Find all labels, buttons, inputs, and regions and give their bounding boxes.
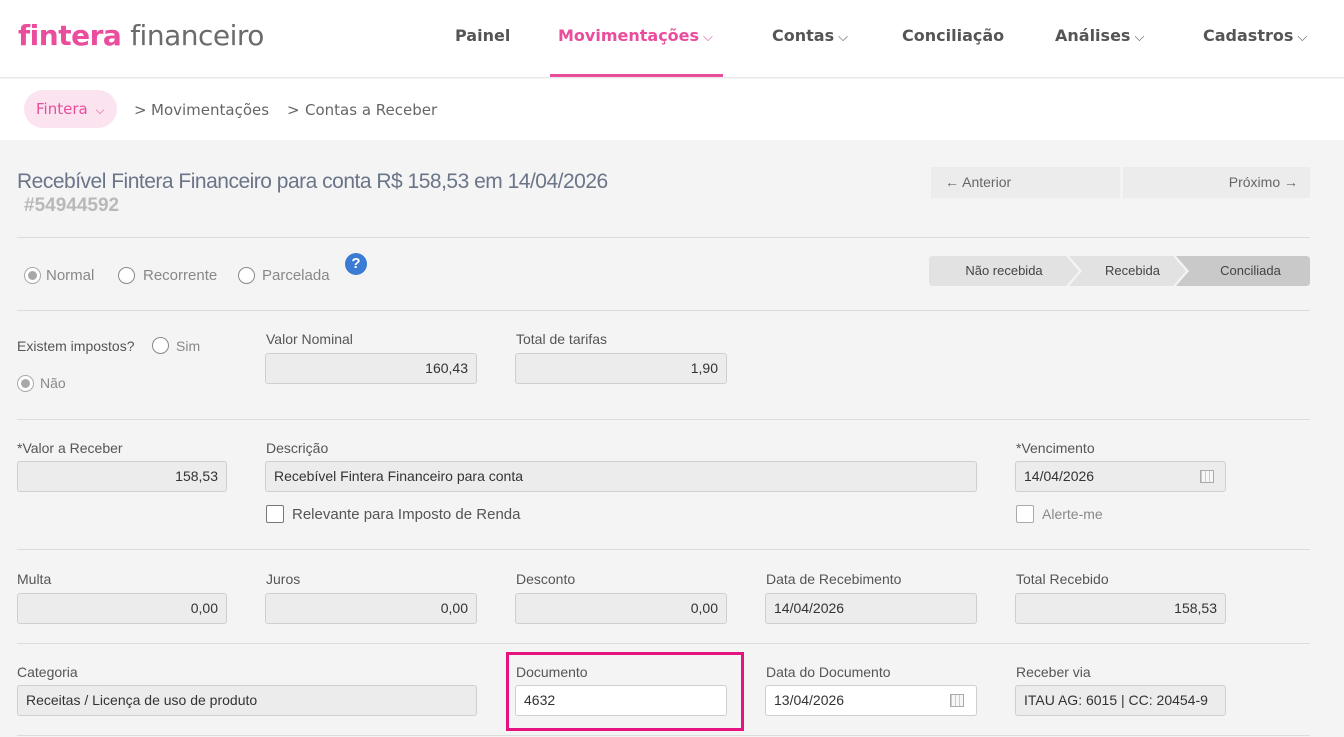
next-button[interactable]: Próximo → [1123,167,1310,198]
valor-receber-field[interactable]: 158,53 [17,461,227,492]
step-conciliada[interactable]: Conciliada [1191,256,1310,286]
divider [17,310,1310,311]
breadcrumb-movimentacoes[interactable]: Movimentações [151,101,269,119]
nav-active-indicator [550,74,723,77]
nav-label: Conciliação [902,26,1005,45]
nav-label: Análises [1055,26,1131,45]
radio-recorrente[interactable] [118,267,135,284]
chevron-down-icon: ⌵ [1297,30,1308,45]
radio-parcelada-label: Parcelada [262,267,330,284]
radio-parcelada[interactable] [238,267,255,284]
descricao-label: Descrição [266,440,329,456]
data-documento-field[interactable]: 13/04/2026 [765,685,977,716]
total-recebido-label: Total Recebido [1016,571,1109,587]
nav-movimentacoes[interactable]: Movimentações ⌵ [558,26,713,45]
divider [17,643,1310,644]
total-tarifas-field: 1,90 [515,353,727,384]
radio-taxes-nao[interactable] [17,375,34,392]
radio-normal[interactable] [24,267,41,284]
step-nao-recebida[interactable]: Não recebida [929,256,1079,286]
top-navbar: fintera financeiro Painel Movimentações ⌵… [0,0,1344,78]
data-documento-label: Data do Documento [766,664,891,680]
categoria-field[interactable]: Receitas / Licença de uso de produto [17,685,477,716]
receber-via-label: Receber via [1016,664,1091,680]
status-stepper: Não recebida Recebida Conciliada [929,256,1310,286]
nav-cadastros[interactable]: Cadastros ⌵ [1203,26,1307,45]
nav-label: Cadastros [1203,26,1294,45]
chevron-down-icon: ⌵ [1134,30,1145,45]
alerte-me-label: Alerte-me [1042,506,1103,522]
help-icon[interactable]: ? [345,253,367,275]
alerte-me-checkbox[interactable] [1016,505,1034,523]
vencimento-label: *Vencimento [1016,440,1095,456]
nav-painel[interactable]: Painel [455,26,510,45]
chevron-down-icon: ⌵ [95,103,105,117]
breadcrumb-contas-a-receber[interactable]: Contas a Receber [305,101,437,119]
juros-field[interactable]: 0,00 [265,593,477,624]
descricao-field[interactable]: Recebível Fintera Financeiro para conta [265,461,977,492]
taxes-question-label: Existem impostos? [17,338,135,354]
breadcrumb-root-dropdown[interactable]: Fintera ⌵ [24,90,117,128]
breadcrumb-separator: > [287,101,300,119]
step-recebida[interactable]: Recebida [1079,256,1186,286]
valor-nominal-field: 160,43 [265,353,477,384]
breadcrumb-separator: > [134,101,147,119]
breadcrumb-root-label: Fintera [36,100,88,118]
categoria-label: Categoria [17,664,78,680]
juros-label: Juros [266,571,301,587]
nav-analises[interactable]: Análises ⌵ [1055,26,1144,45]
total-recebido-field: 158,53 [1015,593,1226,624]
nav-label: Contas [772,26,835,45]
valor-receber-label: *Valor a Receber [17,440,123,456]
data-recebimento-field[interactable]: 14/04/2026 [765,593,977,624]
data-recebimento-label: Data de Recebimento [766,571,902,587]
multa-field[interactable]: 0,00 [17,593,227,624]
chevron-down-icon: ⌵ [838,30,848,45]
record-id: #54944592 [24,195,120,216]
multa-label: Multa [17,571,52,587]
desconto-label: Desconto [516,571,576,587]
calendar-icon[interactable] [950,694,964,707]
nav-conciliacao[interactable]: Conciliação [902,26,1004,45]
nav-label: Painel [455,26,511,45]
radio-recorrente-label: Recorrente [143,267,218,284]
divider [17,735,1310,736]
total-tarifas-label: Total de tarifas [516,331,608,347]
divider [17,237,1310,238]
calendar-icon[interactable] [1200,470,1214,483]
documento-highlight-box [506,652,744,731]
previous-button[interactable]: ← Anterior [931,167,1120,198]
nav-contas[interactable]: Contas ⌵ [772,26,848,45]
logo-product: financeiro [130,19,264,52]
radio-taxes-sim[interactable] [152,337,169,354]
app-logo[interactable]: fintera financeiro [18,18,264,54]
radio-taxes-nao-label: Não [40,375,66,391]
breadcrumb: Fintera ⌵ > Movimentações > Contas a Rec… [0,79,1344,140]
nav-label: Movimentações [558,26,700,45]
divider [17,549,1310,550]
ir-checkbox-label: Relevante para Imposto de Renda [292,506,521,523]
logo-brand: fintera [18,19,122,52]
ir-checkbox[interactable] [266,505,284,523]
radio-taxes-sim-label: Sim [176,338,201,354]
vencimento-field[interactable]: 14/04/2026 [1015,461,1226,492]
chevron-down-icon: ⌵ [703,30,713,45]
divider [17,419,1310,420]
radio-normal-label: Normal [46,267,95,284]
valor-nominal-label: Valor Nominal [266,331,353,347]
desconto-field[interactable]: 0,00 [515,593,727,624]
page-title: Recebível Fintera Financeiro para conta … [17,170,608,193]
receber-via-field[interactable]: ITAU AG: 6015 | CC: 20454-9 [1015,685,1226,716]
